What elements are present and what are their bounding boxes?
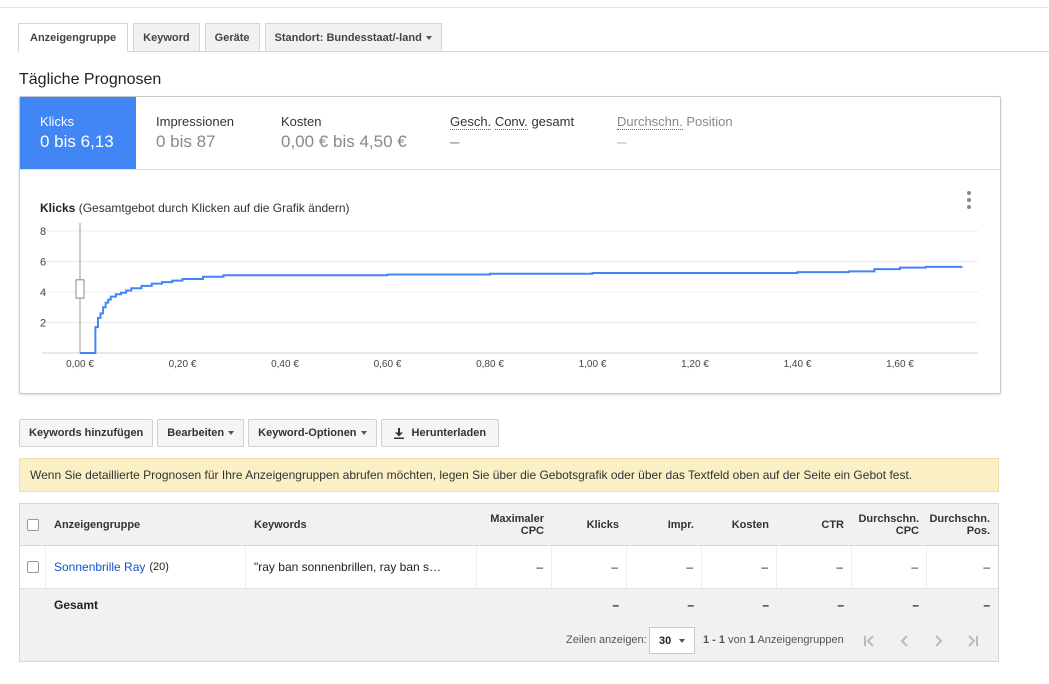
header-clicks[interactable]: Klicks (552, 504, 627, 545)
prev-page-icon[interactable] (892, 628, 918, 654)
info-banner: Wenn Sie detaillierte Prognosen für Ihre… (19, 458, 999, 492)
tab-standort-label: Standort: Bundesstaat/-land (274, 31, 422, 44)
page-info: 1 - 1 von 1 Anzeigengruppen (703, 634, 844, 646)
chevron-down-icon (228, 431, 235, 435)
keyword-options-label: Keyword-Optionen (258, 427, 357, 439)
header-line: Durchschn. (858, 512, 919, 525)
total-cell: – (912, 597, 919, 612)
table-header: Anzeigengruppe Keywords Maximaler CPC Kli… (20, 504, 998, 546)
value-cell: – (983, 560, 990, 574)
chevron-down-icon (679, 638, 686, 643)
header-max-cpc[interactable]: Maximaler CPC (477, 504, 552, 545)
y-tick-label: 8 (40, 226, 46, 238)
header-ctr[interactable]: CTR (777, 504, 852, 545)
y-tick-label: 4 (40, 287, 46, 299)
keyword-options-button[interactable]: Keyword-Optionen (248, 419, 377, 447)
header-line: Maximaler (490, 512, 544, 525)
last-page-icon[interactable] (960, 628, 986, 654)
value-cell: – (702, 546, 777, 588)
rows-per-page-value: 30 (659, 634, 672, 647)
pagination-bar: Zeilen anzeigen: 30 1 - 1 von 1 Anzeigen… (19, 620, 999, 662)
adgroup-link[interactable]: Sonnenbrille Ray (54, 560, 145, 574)
download-icon (393, 427, 404, 439)
chevron-down-icon (360, 431, 367, 435)
total-cell: – (612, 597, 619, 612)
header-group[interactable]: Anzeigengruppe (46, 504, 246, 545)
download-button[interactable]: Herunterladen (380, 419, 500, 447)
header-line: CPC (520, 524, 544, 537)
bid-chart[interactable]: 2 4 6 8 0,00 € 0,20 € 0,40 € 0,60 € 0,80 € 1,00 €… (20, 97, 1000, 393)
first-page-icon[interactable] (856, 628, 882, 654)
bid-marker-handle[interactable] (75, 279, 85, 299)
header-keywords[interactable]: Keywords (246, 504, 477, 545)
value-cell: – (777, 546, 852, 588)
table-row: Sonnenbrille Ray (20) "ray ban sonnenbri… (20, 546, 998, 589)
page-total: 1 (748, 634, 756, 646)
header-line: Pos. (966, 524, 990, 537)
total-cell (477, 589, 552, 620)
page-range: 1 - 1 (703, 634, 726, 646)
y-tick-label: 2 (40, 318, 46, 330)
value-cell: – (852, 546, 927, 588)
total-cell: – (762, 597, 769, 612)
row-checkbox-cell (20, 546, 46, 588)
value-cell: – (477, 546, 552, 588)
keyword-count: (20) (149, 561, 169, 573)
total-cell: – (687, 597, 694, 612)
tabs-divider (18, 51, 1049, 52)
x-tick-label: 0,00 € (66, 359, 94, 370)
section-title: Tägliche Prognosen (19, 71, 162, 88)
download-label: Herunterladen (411, 427, 487, 439)
keywords-cell[interactable]: "ray ban sonnenbrillen, ray ban s… (246, 546, 477, 588)
total-label: Gesamt (54, 597, 99, 612)
x-tick-label: 0,20 € (169, 359, 197, 370)
tab-bar: Anzeigengruppe Keyword Geräte Standort: … (18, 23, 447, 52)
x-tick-label: 0,40 € (271, 359, 299, 370)
total-row: Gesamt – – – – – – (20, 589, 998, 620)
x-tick-label: 0,80 € (476, 359, 504, 370)
value-cell: – (552, 546, 627, 588)
x-tick-label: 1,20 € (681, 359, 709, 370)
toolbar: Keywords hinzufügen Bearbeiten Keyword-O… (19, 419, 503, 447)
header-avg-pos[interactable]: Durchschn. Pos. (927, 504, 998, 545)
chevron-down-icon (425, 35, 432, 40)
empty-cell (20, 589, 46, 620)
rows-per-page-select[interactable]: 30 (649, 627, 695, 654)
header-impr[interactable]: Impr. (627, 504, 702, 545)
total-cell: – (837, 597, 844, 612)
tab-standort[interactable]: Standort: Bundesstaat/-land (264, 23, 442, 51)
rows-per-page-label: Zeilen anzeigen: (566, 634, 647, 646)
empty-cell (246, 589, 477, 620)
total-cell: – (983, 597, 990, 612)
x-tick-label: 1,40 € (784, 359, 812, 370)
select-all-cell (20, 504, 46, 545)
value-cell: – (627, 546, 702, 588)
group-cell: Sonnenbrille Ray (20) (46, 546, 246, 588)
x-tick-label: 1,60 € (886, 359, 914, 370)
header-avg-cpc[interactable]: Durchschn. CPC (852, 504, 927, 545)
top-divider (0, 7, 1049, 8)
y-tick-label: 6 (40, 257, 46, 269)
tab-keyword[interactable]: Keyword (133, 23, 200, 51)
header-line: Durchschn. (929, 512, 990, 525)
page-of: von (728, 634, 746, 646)
forecast-card: Klicks 0 bis 6,13 Impressionen 0 bis 87 … (19, 96, 1001, 394)
page-unit: Anzeigengruppen (757, 634, 844, 646)
x-tick-label: 0,60 € (374, 359, 402, 370)
tab-anzeigengruppe[interactable]: Anzeigengruppe (18, 23, 129, 52)
add-keywords-button[interactable]: Keywords hinzufügen (19, 419, 154, 447)
tab-geraete[interactable]: Geräte (204, 23, 260, 51)
next-page-icon[interactable] (925, 628, 951, 654)
series-line (80, 265, 963, 354)
header-costs[interactable]: Kosten (702, 504, 777, 545)
edit-button-label: Bearbeiten (167, 427, 225, 439)
x-tick-label: 1,00 € (579, 359, 607, 370)
header-line: CPC (895, 524, 919, 537)
edit-button[interactable]: Bearbeiten (157, 419, 245, 447)
adgroup-table: Anzeigengruppe Keywords Maximaler CPC Kli… (19, 503, 999, 621)
select-all-checkbox[interactable] (27, 518, 39, 531)
row-checkbox[interactable] (26, 561, 39, 573)
